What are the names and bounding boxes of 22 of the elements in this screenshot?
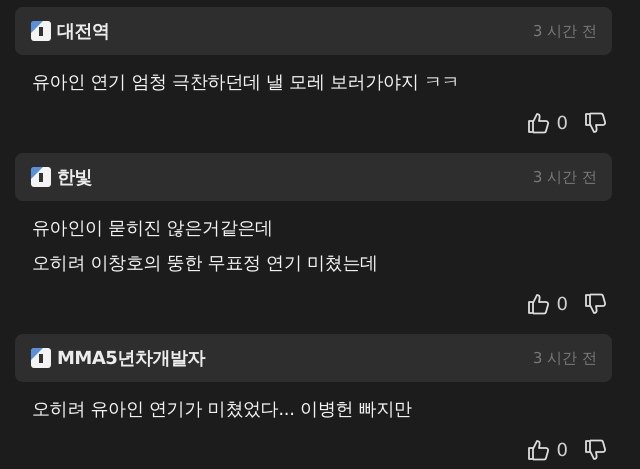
thumbs-down-icon[interactable] <box>584 292 608 316</box>
comment-text: 오히려 유아인 연기가 미쳤었다... 이병헌 빠지만 <box>32 398 413 422</box>
like-count: 0 <box>556 440 568 460</box>
thumbs-up-icon[interactable] <box>526 438 551 462</box>
comment-time: 3 시간 전 <box>532 348 597 368</box>
like-count: 0 <box>556 112 568 134</box>
author-name: 한빛 <box>57 166 92 189</box>
level-badge-icon <box>31 167 51 187</box>
author-name: 대전역 <box>57 20 110 43</box>
comment-text: 유아인이 묻히진 않은거같은데 <box>32 217 274 241</box>
thumbs-down-icon[interactable] <box>584 438 608 462</box>
thumbs-up-icon[interactable] <box>526 292 551 316</box>
thumbs-up-icon[interactable] <box>526 111 551 135</box>
thumbs-down-icon[interactable] <box>584 111 608 135</box>
level-badge-icon <box>31 348 51 368</box>
comment-time: 3 시간 전 <box>532 168 597 186</box>
comment-time: 3 시간 전 <box>532 22 597 40</box>
comment-text: 유아인 연기 엄청 극찬하던데 낼 모레 보러가야지 ㅋㅋ <box>32 71 460 95</box>
like-count: 0 <box>556 294 568 314</box>
level-badge-icon <box>31 21 51 41</box>
author-name: MMA5년차개발자 <box>57 347 205 370</box>
comment-text: 오히려 이창호의 뚱한 무표정 연기 미쳤는데 <box>32 252 379 276</box>
